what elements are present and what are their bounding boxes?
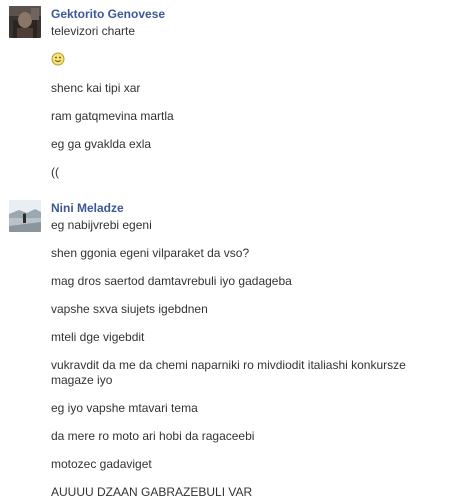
smiley-icon: [51, 52, 65, 66]
message-text: AUUUU DZAAN GABRAZEBULI VAR: [51, 485, 253, 499]
message-text: ram gatqmevina martla: [51, 109, 174, 123]
sender-name-link[interactable]: Nini Meladze: [51, 194, 450, 216]
avatar-photo-icon: [9, 6, 41, 38]
message-text: shen ggonia egeni vilparaket da vso?: [51, 246, 250, 260]
message-text: eg nabijvrebi egeni: [51, 218, 152, 232]
message-text: eg iyo vapshe mtavari tema: [51, 401, 198, 415]
message-emoji-line: [51, 52, 450, 68]
message-text: ((: [51, 165, 59, 179]
chat-thread: Gektorito Genovese televizori charte she…: [0, 0, 450, 500]
message-text: mteli dge vigebdit: [51, 330, 145, 344]
message-text: motozec gadaviget: [51, 457, 152, 471]
message-text: eg ga gvaklda exla: [51, 137, 152, 151]
message-text: shenc kai tipi xar: [51, 81, 141, 95]
message-text: mag dros saertod damtavrebuli iyo gadage…: [51, 274, 292, 288]
message-text: vukravdit da me da chemi naparniki ro mi…: [51, 358, 406, 387]
avatar-photo-icon: [9, 200, 41, 232]
message-text: vapshe sxva siujets igebdnen: [51, 302, 208, 316]
message-group: Nini Meladze eg nabijvrebi egeni shen gg…: [0, 194, 450, 500]
message-group: Gektorito Genovese televizori charte she…: [0, 0, 450, 180]
avatar[interactable]: [9, 200, 41, 232]
avatar[interactable]: [9, 6, 41, 38]
message-text: da mere ro moto ari hobi da ragaceebi: [51, 429, 255, 443]
sender-name-link[interactable]: Gektorito Genovese: [51, 0, 450, 22]
message-text: televizori charte: [51, 24, 136, 38]
